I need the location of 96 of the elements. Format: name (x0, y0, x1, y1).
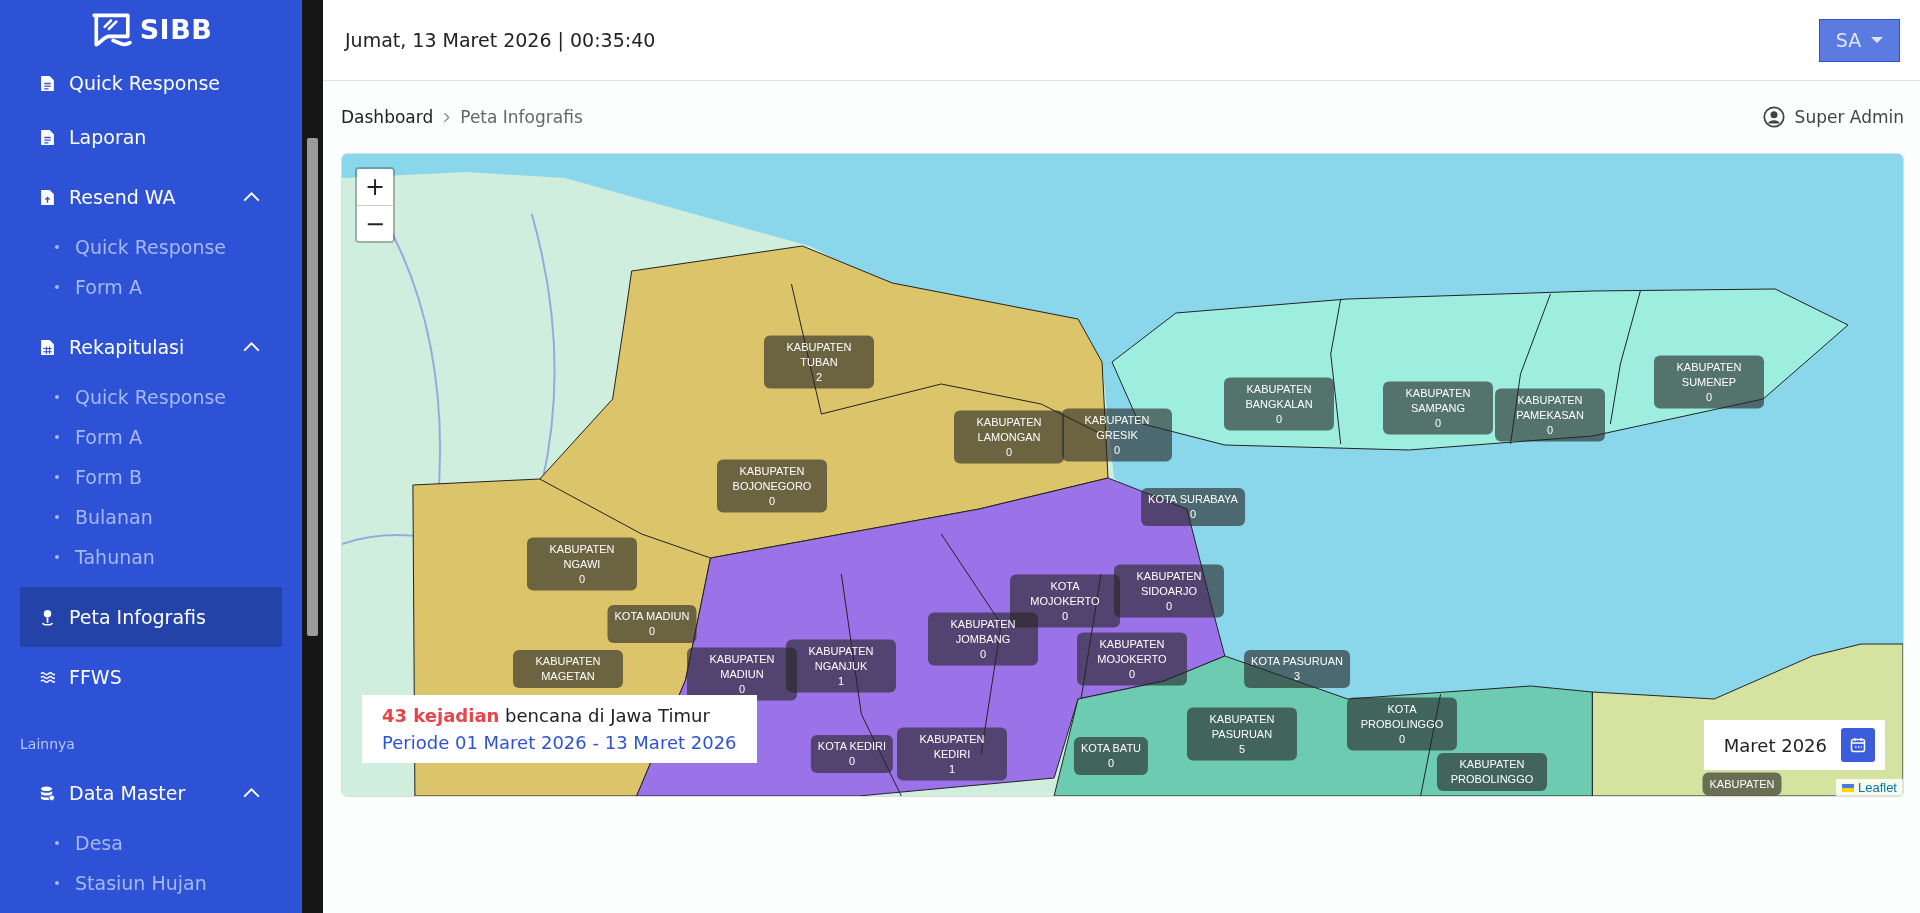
incident-count: 0 (979, 646, 987, 662)
region-name: KOTA PROBOLINGGO (1359, 701, 1445, 732)
incident-count: 0 (578, 571, 586, 587)
nav-subitem[interactable]: Form B (20, 457, 282, 497)
incident-count: 0 (1398, 731, 1406, 747)
nav-subitem[interactable]: Quick Response (20, 377, 282, 417)
flag-icon (1841, 783, 1854, 792)
zoom-in-button[interactable]: + (357, 169, 393, 205)
user-name: Super Admin (1794, 107, 1904, 127)
leaflet-link[interactable]: Leaflet (1857, 780, 1897, 795)
nav-item[interactable]: Quick Response (20, 59, 282, 107)
incident-count: 0 (1061, 608, 1069, 624)
region-name: KABUPATEN SIDOARJO (1135, 568, 1203, 599)
user-icon (1762, 106, 1785, 128)
nav-item[interactable]: Laporan (20, 107, 282, 167)
region-name: KABUPATEN TUBAN (785, 339, 853, 370)
nav-item[interactable]: Rekapitulasi (20, 317, 282, 377)
document-icon (40, 74, 55, 92)
map-drawing[interactable] (342, 154, 1903, 796)
calendar-icon (1850, 737, 1866, 753)
region-name: KOTA KEDIRI (817, 739, 887, 754)
spreadsheet-icon (40, 338, 55, 356)
chevron-icon (243, 342, 260, 352)
region-name: KOTA MADIUN (614, 609, 690, 624)
region-name: KABUPATEN BANGKALAN (1244, 381, 1314, 412)
app-logo-text: SIBB (139, 14, 213, 45)
incident-count: 0 (1128, 666, 1136, 682)
chevron-right-icon (443, 111, 451, 123)
document-icon (40, 128, 55, 146)
period-text: Periode 01 Maret 2026 - 13 Maret 2026 (382, 732, 737, 753)
nav-subitem[interactable]: Form A (20, 267, 282, 307)
region-name: KABUPATEN KEDIRI (918, 731, 986, 762)
incident-count: 0 (1189, 507, 1197, 522)
incident-count: 0 (1107, 756, 1115, 771)
region-name: KABUPATEN SUMENEP (1675, 359, 1743, 390)
region-name: KABUPATEN PROBOLINGGO (1449, 757, 1535, 787)
nav-subitem[interactable]: Tahunan (20, 537, 282, 577)
month-label: Maret 2026 (1723, 734, 1827, 756)
region-name: KABUPATEN MAGETAN (534, 654, 602, 684)
nav-item[interactable]: Peta Infografis (20, 587, 282, 647)
region-name: KOTA SURABAYA (1148, 492, 1238, 507)
breadcrumb-current: Peta Infografis (460, 107, 583, 127)
document-upload-icon (40, 188, 55, 206)
region-name: KABUPATEN GRESIK (1083, 412, 1151, 443)
nav-subitem[interactable]: Bulanan (20, 497, 282, 537)
breadcrumb-link[interactable]: Dashboard (341, 107, 434, 127)
nav-section-heading: Lainnya (20, 735, 76, 754)
incident-count: 0 (848, 754, 856, 769)
user-menu-button[interactable]: SA (1819, 18, 1900, 62)
calendar-button[interactable] (1841, 728, 1875, 762)
zoom-out-button[interactable]: − (357, 205, 393, 241)
incident-count: 1 (948, 761, 956, 777)
region-name: KABUPATEN LAMONGAN (975, 414, 1043, 445)
nav-item[interactable]: Data Master (20, 763, 282, 823)
chat-logo-icon (89, 10, 132, 49)
nav-subitem[interactable]: Quick Response (20, 227, 282, 267)
incident-count: 0 (738, 681, 746, 697)
region-name: KABUPATEN NGAWI (548, 541, 616, 572)
region-name: KOTA MOJOKERTO (1029, 578, 1101, 609)
nav-subitem[interactable]: Stasiun Hujan (20, 863, 282, 903)
region-name: KOTA BATU (1080, 741, 1142, 756)
incident-count: 3 (1293, 669, 1301, 684)
chevron-icon (243, 788, 260, 798)
date-time: Jumat, 13 Maret 2026 | 00:35:40 (345, 29, 656, 51)
incident-count: 2 (815, 369, 823, 385)
incident-count: 0 (1705, 389, 1713, 405)
incident-total: 43 kejadian (382, 705, 500, 726)
incident-count: 0 (1165, 598, 1173, 614)
incident-count: 0 (1546, 422, 1554, 438)
region-name: KABUPATEN BOJONEGORO (731, 463, 813, 494)
nav-subitem[interactable]: Form A (20, 417, 282, 457)
region-name: KABUPATEN SAMPANG (1404, 385, 1472, 416)
incident-count: 1 (837, 673, 845, 689)
region-name: KOTA PASURUAN (1251, 654, 1343, 669)
region-name: KABUPATEN NGANJUK (807, 643, 875, 674)
incident-count: 0 (648, 624, 656, 639)
region-name: KABUPATEN PAMEKASAN (1515, 392, 1585, 423)
incident-count: 0 (768, 493, 776, 509)
incident-count: 5 (1238, 741, 1246, 757)
scrollbar[interactable] (302, 0, 323, 913)
map-pin-icon (40, 608, 55, 626)
database-icon (40, 784, 55, 802)
incident-count: 0 (1434, 415, 1442, 431)
chevron-icon (243, 192, 260, 202)
region-name: KABUPATEN PASURUAN (1208, 711, 1276, 742)
nav-subitem[interactable]: Desa (20, 823, 282, 863)
incident-count: 0 (1005, 444, 1013, 460)
summary-text: bencana di Jawa Timur (505, 705, 710, 726)
nav-item[interactable]: FFWS (20, 647, 282, 707)
incident-count: 0 (1275, 411, 1283, 427)
region-name: KABUPATEN MADIUN (708, 651, 776, 682)
region-name: KABUPATEN JOMBANG (949, 616, 1017, 647)
nav-item[interactable]: Resend WA (20, 167, 282, 227)
region-name: KABUPATEN MOJOKERTO (1096, 636, 1168, 667)
incident-count: 0 (1113, 442, 1121, 458)
region-name: KABUPATEN (1709, 776, 1775, 792)
